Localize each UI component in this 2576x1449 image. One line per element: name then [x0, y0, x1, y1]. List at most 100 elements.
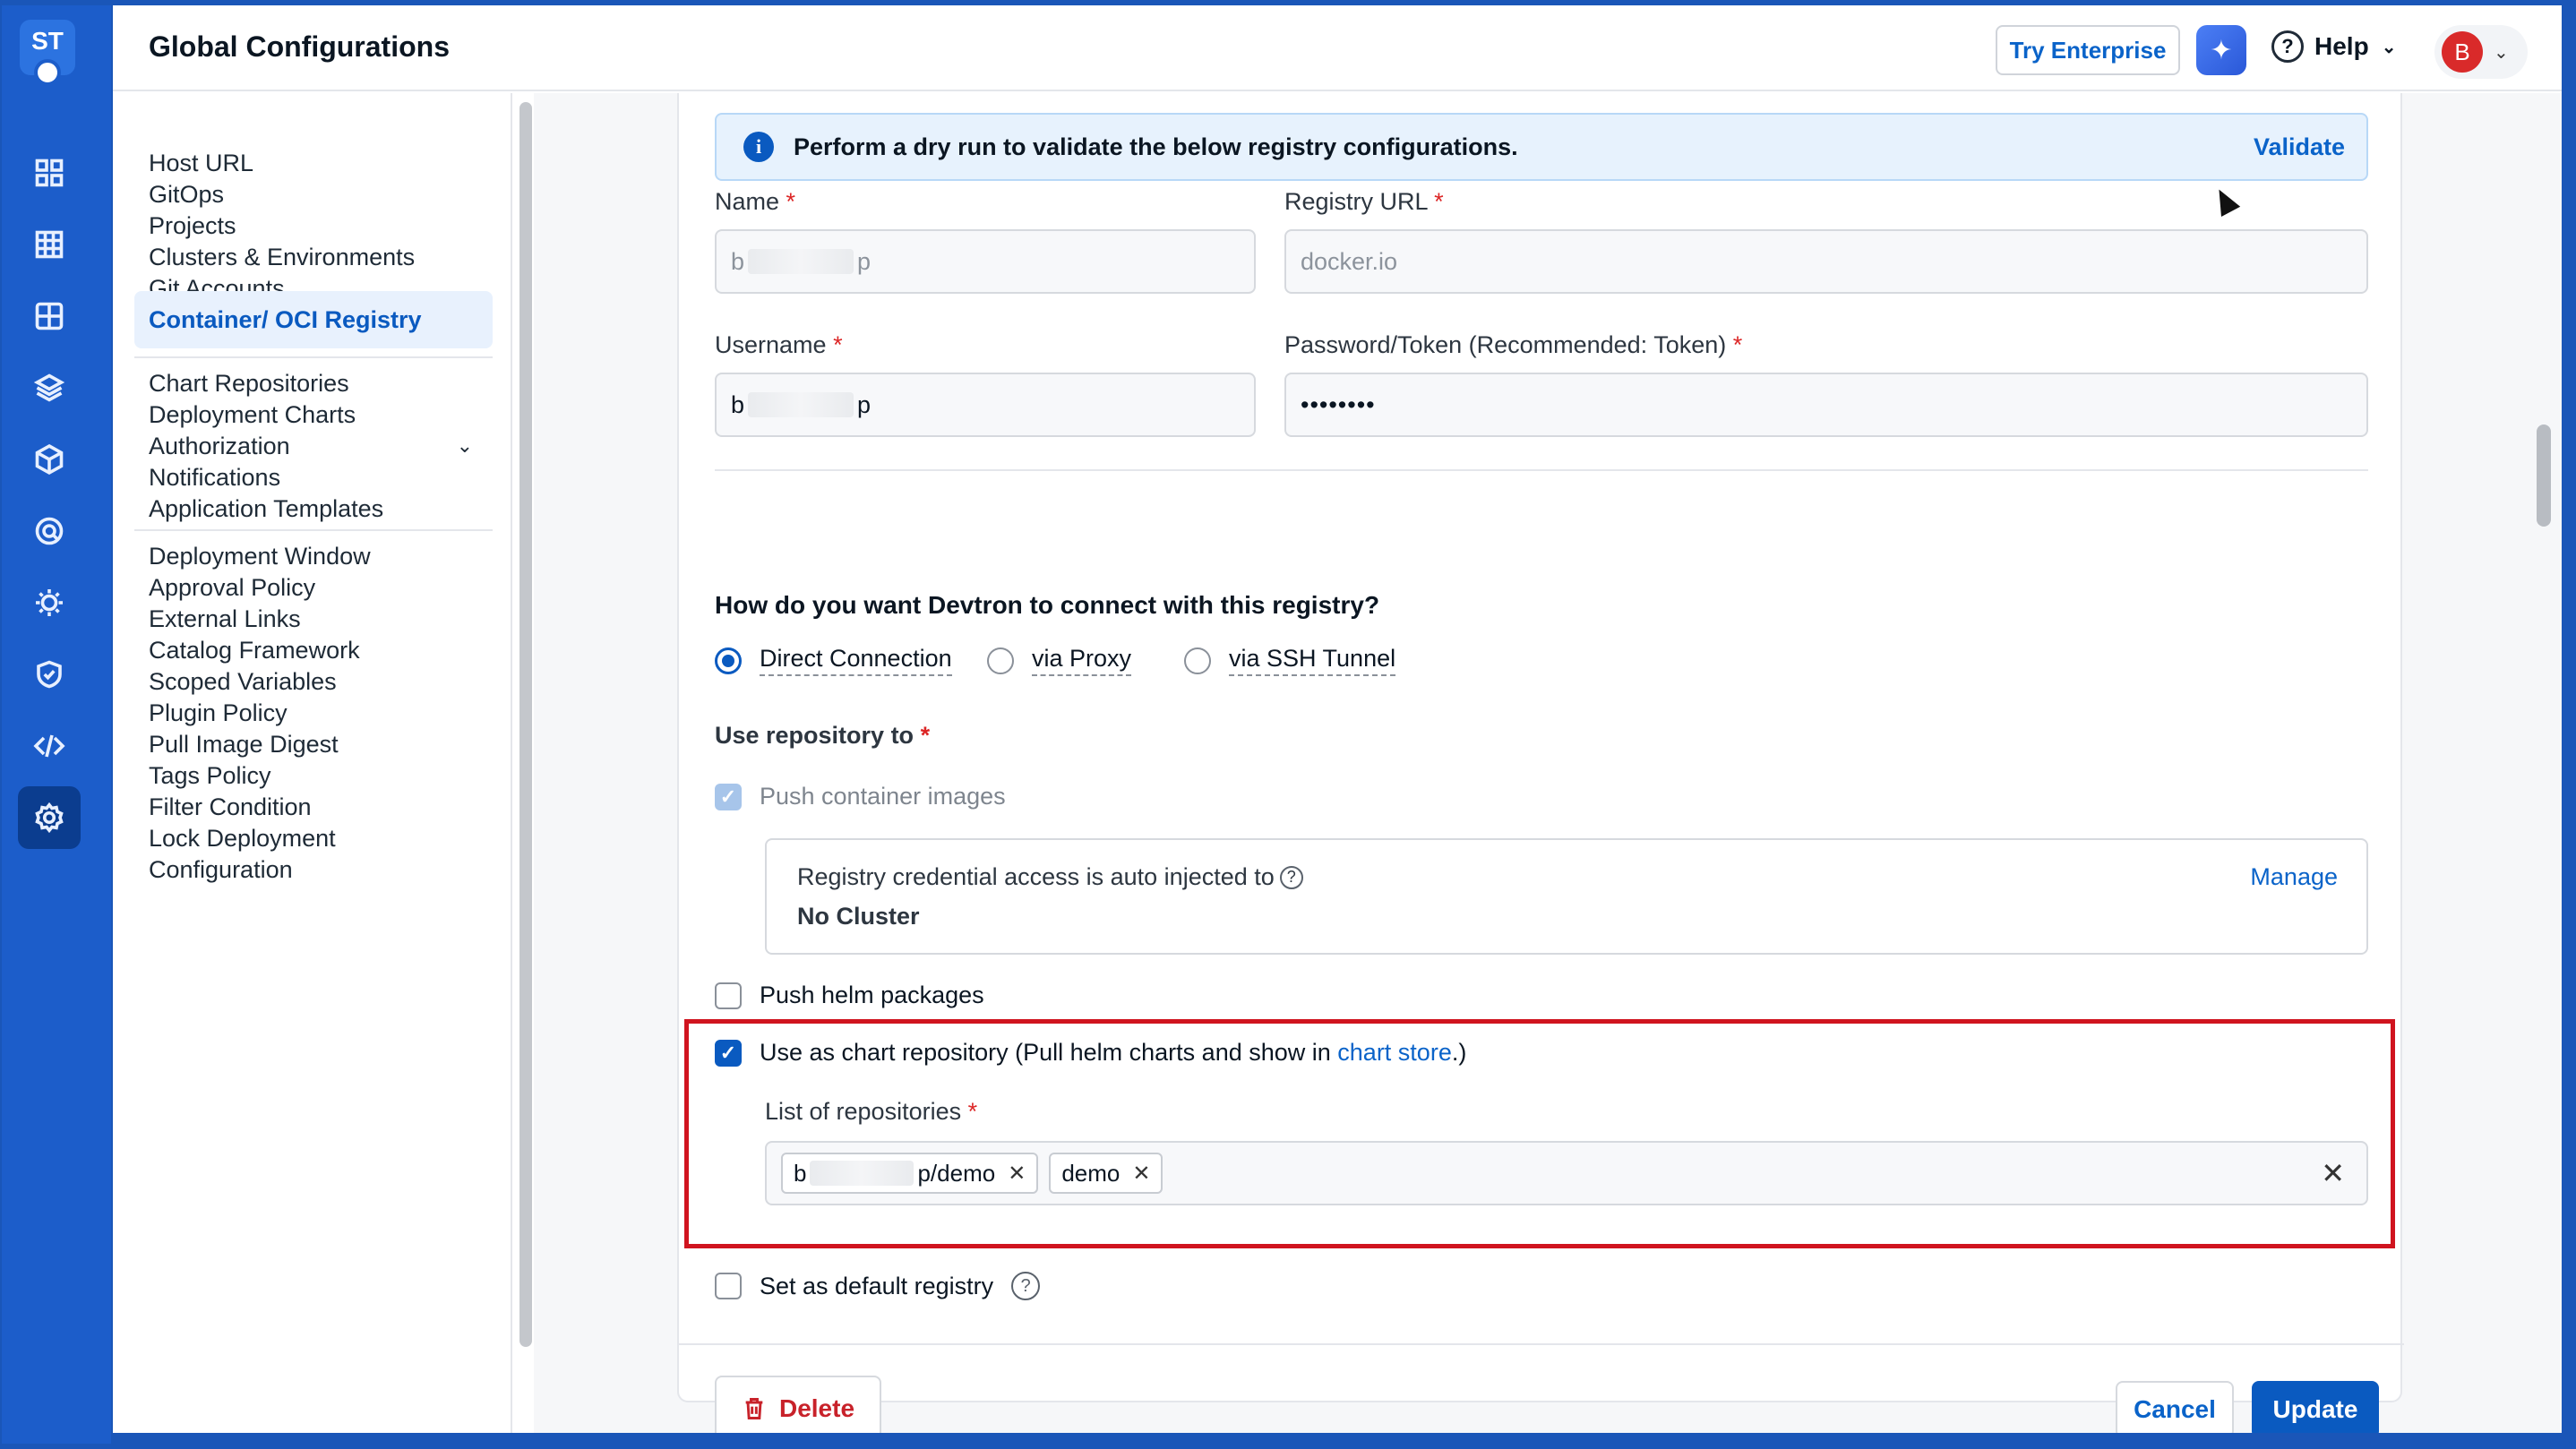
left-rail: ST — [2, 5, 111, 1444]
username-label: Username * — [715, 331, 843, 359]
name-value-end: p — [857, 247, 872, 275]
try-enterprise-button[interactable]: Try Enterprise — [1996, 25, 2180, 75]
top-bar: Global Configurations Try Enterprise ✦ ?… — [113, 5, 2562, 91]
username-field[interactable]: bp — [715, 373, 1256, 437]
info-icon: i — [743, 132, 774, 162]
registry-url-label-text: Registry URL — [1284, 188, 1428, 215]
radio-direct-connection[interactable]: Direct Connection — [715, 645, 952, 676]
help-menu[interactable]: ? Help ⌄ — [2271, 30, 2396, 63]
stacks-icon[interactable] — [18, 356, 81, 419]
logo-text: ST — [31, 27, 64, 55]
page-title: Global Configurations — [149, 30, 450, 63]
help-circle-icon[interactable]: ? — [1011, 1272, 1041, 1300]
required-mark: * — [1434, 188, 1444, 215]
chart-store-link[interactable]: chart store — [1337, 1039, 1452, 1066]
inject-value: No Cluster — [797, 903, 920, 930]
connect-question: How do you want Devtron to connect with … — [715, 591, 1380, 619]
required-mark: * — [786, 188, 796, 215]
dry-run-message: Perform a dry run to validate the below … — [794, 133, 1518, 160]
cancel-button[interactable]: Cancel — [2116, 1381, 2234, 1433]
clear-all-icon[interactable]: ✕ — [2321, 1156, 2345, 1190]
window-frame: ST Global Configurations Try Enterprise … — [2, 5, 2562, 1444]
checkbox-checked-icon: ✓ — [715, 783, 742, 810]
update-button[interactable]: Update — [2252, 1381, 2379, 1433]
push-helm-packages-checkbox[interactable]: Push helm packages — [715, 982, 984, 1009]
chart-repo-label: Use as chart repository (Pull helm chart… — [760, 1039, 1466, 1067]
password-label-text: Password/Token (Recommended: Token) — [1284, 331, 1727, 358]
registry-url-field[interactable]: docker.io — [1284, 229, 2368, 294]
radio-via-proxy[interactable]: via Proxy — [987, 645, 1132, 676]
chart-repo-label-suffix: .) — [1451, 1039, 1467, 1066]
chart-repo-label-prefix: Use as chart repository (Pull helm chart… — [760, 1039, 1338, 1066]
username-label-text: Username — [715, 331, 827, 358]
content-scrollbar[interactable] — [2537, 424, 2551, 527]
use-as-chart-repo-checkbox[interactable]: ✓ Use as chart repository (Pull helm cha… — [715, 1039, 1466, 1067]
set-default-registry-checkbox[interactable]: Set as default registry ? — [715, 1272, 1041, 1300]
username-value-end: p — [857, 390, 872, 418]
checkbox-unchecked-icon — [715, 1273, 742, 1299]
inject-text-label: Registry credential access is auto injec… — [797, 863, 1275, 890]
checkbox-checked-icon: ✓ — [715, 1039, 742, 1067]
password-label: Password/Token (Recommended: Token) * — [1284, 331, 1742, 359]
required-mark: * — [833, 331, 843, 358]
redacted-text — [748, 392, 854, 417]
main-content: i Perform a dry run to validate the belo… — [534, 93, 2562, 1433]
name-label: Name * — [715, 188, 795, 216]
inject-text: Registry credential access is auto injec… — [797, 863, 1303, 891]
resource-browser-icon[interactable] — [18, 428, 81, 491]
logo-badge-icon — [34, 59, 61, 86]
nav-scrollbar[interactable] — [519, 102, 532, 1347]
ai-assistant-icon[interactable]: ✦ — [2196, 25, 2246, 75]
push-container-images-label: Push container images — [760, 783, 1006, 810]
manage-link[interactable]: Manage — [2250, 863, 2338, 891]
delete-label: Delete — [778, 1394, 855, 1422]
avatar: B — [2442, 31, 2483, 73]
repo-tag: b p/demo ✕ — [781, 1153, 1039, 1194]
user-menu[interactable]: B ⌄ — [2434, 25, 2528, 79]
repo-tag-text: demo — [1061, 1159, 1121, 1187]
dry-run-banner: i Perform a dry run to validate the belo… — [715, 113, 2368, 181]
username-value-start: b — [731, 390, 745, 418]
repo-list-label-text: List of repositories — [765, 1098, 962, 1125]
name-field[interactable]: bp — [715, 229, 1256, 294]
radio-unselected-icon — [1184, 647, 1211, 674]
settings-icon[interactable] — [18, 786, 81, 849]
remove-tag-icon[interactable]: ✕ — [1008, 1161, 1026, 1187]
push-helm-packages-label: Push helm packages — [760, 982, 984, 1008]
password-field[interactable]: •••••••• — [1284, 373, 2368, 437]
repo-list-input[interactable]: b p/demo ✕ demo ✕ ✕ — [765, 1141, 2368, 1205]
push-container-images-checkbox[interactable]: ✓ Push container images — [715, 783, 1006, 810]
app-logo[interactable]: ST — [20, 20, 75, 86]
overview-icon[interactable] — [18, 141, 81, 204]
remove-tag-icon[interactable]: ✕ — [1132, 1161, 1150, 1187]
radio-unselected-icon — [987, 647, 1014, 674]
code-icon[interactable] — [18, 715, 81, 777]
help-icon: ? — [2271, 30, 2304, 63]
trash-icon — [745, 1398, 763, 1419]
help-label: Help — [2314, 32, 2369, 60]
via-ssh-tunnel-label: via SSH Tunnel — [1229, 645, 1396, 676]
chevron-down-icon: ⌄ — [2494, 42, 2509, 63]
nav-item-container-oci-registry[interactable]: Container/ OCI Registry — [134, 291, 493, 348]
bulk-edit-icon[interactable] — [18, 571, 81, 634]
name-value-start: b — [731, 247, 745, 275]
required-mark: * — [920, 722, 931, 749]
security-icon[interactable] — [18, 500, 81, 562]
applications-icon[interactable] — [18, 213, 81, 276]
registry-url-label: Registry URL * — [1284, 188, 1444, 216]
radio-via-ssh-tunnel[interactable]: via SSH Tunnel — [1184, 645, 1396, 676]
settings-nav: Host URL GitOps Projects Clusters & Envi… — [113, 93, 512, 1433]
credential-inject-box: Registry credential access is auto injec… — [765, 838, 2368, 955]
app-groups-icon[interactable] — [18, 285, 81, 347]
nav-item-configuration[interactable]: Configuration — [134, 841, 493, 898]
help-circle-icon[interactable]: ? — [1279, 865, 1303, 889]
required-mark: * — [1732, 331, 1743, 358]
via-proxy-label: via Proxy — [1032, 645, 1132, 676]
delete-button[interactable]: Delete — [715, 1376, 881, 1433]
chevron-down-icon: ⌄ — [2381, 37, 2397, 57]
repo-tag-text-end: p/demo — [917, 1159, 996, 1187]
redacted-text — [810, 1161, 914, 1186]
use-repository-label-text: Use repository to — [715, 722, 914, 749]
validate-button[interactable]: Validate — [2254, 133, 2345, 161]
shield-icon[interactable] — [18, 643, 81, 706]
